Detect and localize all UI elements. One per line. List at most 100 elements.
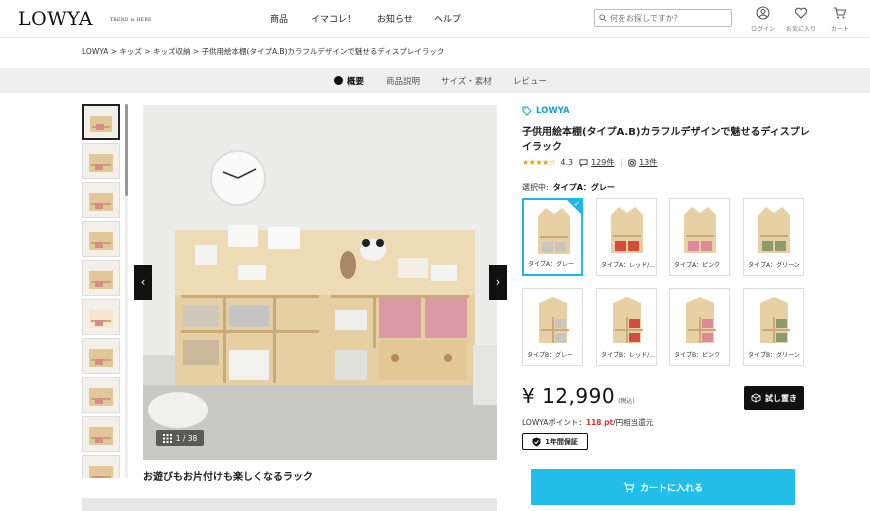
gallery-next-button[interactable]: ›	[489, 265, 507, 300]
variant-label: タイプA：レッド/...	[601, 262, 655, 269]
cart-header-button[interactable]: カート	[822, 6, 858, 33]
points-info: LOWYAポイント：118 pt/円相当還元	[522, 417, 653, 428]
thumbnail[interactable]	[82, 299, 120, 335]
thumbnail[interactable]	[82, 260, 120, 296]
nav-products[interactable]: 商品	[270, 12, 288, 25]
overview-icon	[334, 76, 343, 85]
variant-option[interactable]: タイプA：ピンク	[669, 198, 730, 276]
thumbnail[interactable]	[82, 104, 120, 140]
thumbnail-list	[82, 104, 122, 478]
logo-tagline: TREND is HERE	[110, 18, 152, 23]
rating-stars: ★★★★☆	[522, 158, 556, 167]
lower-section-bar	[82, 498, 497, 511]
site-header: LOWYA TREND is HERE 商品 イマコレ！ お知らせ ヘルプ ログ…	[0, 0, 870, 38]
tab-overview-label: 概要	[347, 77, 365, 87]
variant-thumbnail	[611, 207, 643, 253]
variant-label: タイプB：グリーン	[748, 352, 800, 359]
chevron-left-icon: ‹	[140, 275, 146, 289]
chevron-right-icon: ›	[495, 275, 501, 289]
thumbnail-scrollbar[interactable]	[125, 104, 128, 478]
search-icon	[599, 14, 607, 22]
price: ¥ 12,990 (税込)	[522, 384, 635, 408]
thumbnail[interactable]	[82, 338, 120, 374]
cart-label: カート	[830, 26, 849, 33]
search-input[interactable]	[610, 13, 728, 23]
variant-label: タイプA：ピンク	[674, 262, 721, 269]
tab-size-material[interactable]: サイズ・素材	[441, 75, 492, 87]
add-to-cart-button[interactable]: カートに入れる	[531, 469, 795, 505]
tab-description[interactable]: 商品説明	[386, 75, 420, 87]
warranty-badge[interactable]: 1年間保証	[522, 433, 588, 450]
tab-review[interactable]: レビュー	[513, 75, 547, 87]
thumbnail[interactable]	[82, 377, 120, 413]
tag-icon	[522, 106, 532, 116]
warranty-label: 1年間保証	[545, 437, 578, 446]
points-suffix: /円相当還元	[613, 418, 654, 427]
login-button[interactable]: ログイン	[745, 6, 781, 33]
variant-thumbnail	[684, 207, 716, 253]
variant-option[interactable]: タイプA：グレー ✓	[522, 198, 583, 276]
nav-imakore[interactable]: イマコレ！	[311, 12, 356, 25]
grid-icon	[162, 433, 172, 443]
counter-text: 1 / 38	[175, 433, 198, 443]
login-label: ログイン	[750, 26, 775, 33]
try-placement-label: 試し置き	[765, 393, 797, 403]
tab-overview[interactable]: 概要	[334, 75, 364, 87]
user-icon	[756, 6, 770, 20]
selected-prefix: 選択中:	[522, 183, 549, 192]
variant-label: タイプA：グレー	[528, 261, 575, 268]
variant-option[interactable]: タイプB：グレー	[522, 288, 583, 366]
selected-value: タイプA：グレー	[552, 183, 615, 192]
product-photo	[143, 105, 497, 460]
brand-name: LOWYA	[536, 106, 570, 116]
brand-link[interactable]: LOWYA	[522, 106, 570, 116]
product-title: 子供用絵本棚(タイプA.B)カラフルデザインで魅せるディスプレイラック	[522, 127, 810, 153]
cart-icon	[623, 482, 635, 492]
gallery-prev-button[interactable]: ‹	[134, 265, 152, 300]
heart-icon	[794, 7, 808, 19]
thumbnail[interactable]	[82, 182, 120, 218]
variant-thumbnail	[760, 297, 790, 343]
points-value: 118 pt	[585, 418, 614, 427]
thumbnail[interactable]	[82, 143, 120, 179]
variant-label: タイプB：レッド/...	[601, 352, 655, 359]
rating-score: 4.3	[560, 158, 574, 167]
breadcrumb[interactable]: LOWYA > キッズ > キッズ収納 > 子供用絵本棚(タイプA.B)カラフル…	[82, 46, 444, 57]
variant-option[interactable]: タイプB：ピンク	[669, 288, 730, 366]
variant-label: タイプA：グリーン	[748, 262, 800, 269]
site-logo[interactable]: LOWYA	[18, 8, 93, 30]
variant-option[interactable]: タイプA：グリーン	[743, 198, 804, 276]
nav-help[interactable]: ヘルプ	[434, 12, 461, 25]
thumbnail[interactable]	[82, 416, 120, 452]
variant-thumbnail	[539, 297, 569, 343]
image-caption: お遊びもお片付けも楽しくなるラック	[143, 472, 313, 483]
box-icon	[751, 393, 761, 403]
photo-count-link[interactable]: 13件	[639, 157, 657, 168]
selected-variant: 選択中: タイプA：グレー	[522, 182, 615, 193]
rating-row: ★★★★☆ 4.3 129件 | 13件	[522, 157, 658, 168]
points-prefix: LOWYAポイント：	[522, 418, 586, 427]
variant-option[interactable]: タイプB：レッド/...	[596, 288, 657, 366]
section-tabs: 概要 商品説明 サイズ・素材 レビュー	[0, 68, 870, 93]
camera-icon	[628, 158, 636, 167]
tax-note: (税込)	[618, 398, 635, 405]
variant-option[interactable]: タイプB：グリーン	[743, 288, 804, 366]
check-icon: ✓	[574, 200, 580, 208]
cart-icon	[834, 7, 847, 19]
favorites-button[interactable]: お気に入り	[783, 6, 819, 33]
variant-thumbnail	[758, 207, 790, 253]
add-to-cart-label: カートに入れる	[639, 483, 703, 494]
try-placement-button[interactable]: 試し置き	[744, 386, 804, 410]
nav-news[interactable]: お知らせ	[377, 12, 413, 25]
thumbnail[interactable]	[82, 221, 120, 257]
search-box[interactable]	[594, 9, 732, 27]
variant-thumbnail	[686, 297, 716, 343]
review-count-link[interactable]: 129件	[591, 157, 614, 168]
variant-label: タイプB：ピンク	[674, 352, 721, 359]
variant-option[interactable]: タイプA：レッド/...	[596, 198, 657, 276]
main-product-image[interactable]	[143, 105, 497, 460]
image-counter[interactable]: 1 / 38	[156, 430, 204, 446]
thumbnail[interactable]	[82, 455, 120, 478]
price-value: ¥ 12,990	[522, 384, 616, 408]
variant-thumbnail	[613, 297, 643, 343]
